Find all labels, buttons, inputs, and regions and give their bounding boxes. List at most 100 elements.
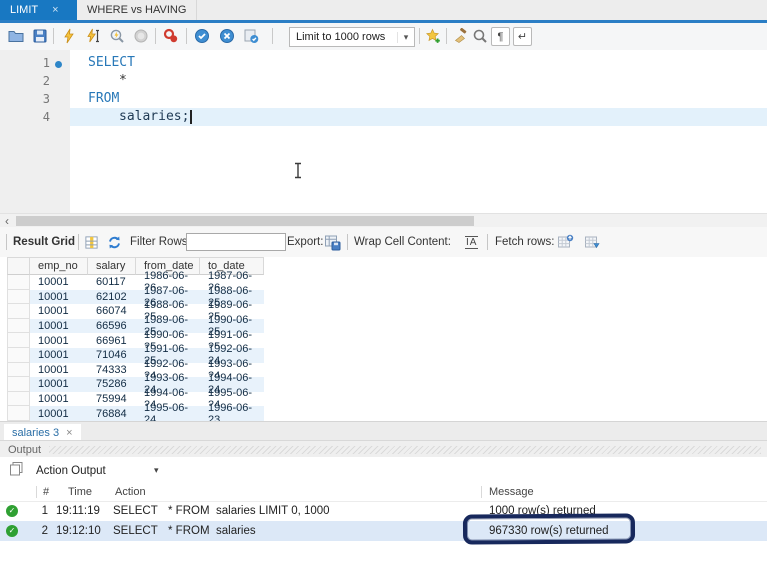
cell-salary[interactable]: 75994 bbox=[88, 392, 136, 407]
cell-emp-no[interactable]: 10001 bbox=[30, 304, 88, 319]
row-selector[interactable] bbox=[7, 304, 30, 319]
row-selector[interactable] bbox=[7, 392, 30, 407]
row-selector[interactable] bbox=[7, 377, 30, 392]
chevron-down-icon[interactable]: ▾ bbox=[154, 465, 159, 476]
table-row[interactable]: 10001 76884 1995-06-24 1996-06-23 bbox=[7, 406, 767, 421]
export-icon[interactable] bbox=[324, 227, 341, 257]
tab-where-vs-having[interactable]: WHERE vs HAVING bbox=[77, 0, 197, 20]
cell-salary[interactable]: 66596 bbox=[88, 319, 136, 334]
line-number: 2 bbox=[0, 74, 70, 88]
cell-salary[interactable]: 75286 bbox=[88, 377, 136, 392]
column-header[interactable]: salary bbox=[88, 257, 136, 275]
separator bbox=[487, 234, 488, 250]
output-row-index: 2 bbox=[18, 525, 48, 537]
save-snippet-icon[interactable] bbox=[424, 27, 442, 45]
cell-salary[interactable]: 76884 bbox=[88, 406, 136, 421]
filter-rows-input[interactable] bbox=[186, 233, 286, 251]
refresh-icon[interactable] bbox=[107, 227, 122, 257]
editor-hscrollbar[interactable]: ‹ bbox=[0, 213, 767, 228]
find-icon[interactable] bbox=[471, 27, 489, 45]
execute-icon[interactable] bbox=[60, 27, 78, 45]
cell-salary[interactable]: 62102 bbox=[88, 290, 136, 305]
cell-emp-no[interactable]: 10001 bbox=[30, 406, 88, 421]
cell-emp-no[interactable]: 10001 bbox=[30, 333, 88, 348]
success-check-icon: ✓ bbox=[6, 525, 18, 537]
row-selector[interactable] bbox=[7, 275, 30, 290]
result-grid-toolbar: Result Grid Filter Rows: Export: Wrap Ce… bbox=[0, 227, 767, 257]
export-label: Export: bbox=[287, 227, 323, 257]
editor-line: 1 SELECT bbox=[0, 54, 767, 72]
output-row-selected[interactable]: ✓ 2 19:12:10 SELECT * FROM salaries 9673… bbox=[0, 521, 767, 541]
line-number: 1 bbox=[0, 56, 70, 70]
table-row[interactable]: 10001 71046 1991-06-25 1992-06-24 bbox=[7, 348, 767, 363]
fetch-all-rows-icon[interactable] bbox=[584, 227, 601, 257]
limit-rows-dropdown[interactable]: Limit to 1000 rows ▾ bbox=[289, 27, 415, 47]
stop-on-error-icon[interactable] bbox=[162, 27, 180, 45]
fetch-more-rows-icon[interactable] bbox=[557, 227, 574, 257]
table-row[interactable]: 10001 66596 1989-06-25 1990-06-25 bbox=[7, 319, 767, 334]
row-selector[interactable] bbox=[7, 363, 30, 378]
cell-emp-no[interactable]: 10001 bbox=[30, 392, 88, 407]
cell-emp-no[interactable]: 10001 bbox=[30, 363, 88, 378]
line-number: 3 bbox=[0, 92, 70, 106]
row-selector-header[interactable] bbox=[7, 257, 30, 275]
commit-icon[interactable] bbox=[193, 27, 211, 45]
cell-salary[interactable]: 71046 bbox=[88, 348, 136, 363]
explain-icon[interactable] bbox=[108, 27, 126, 45]
table-row[interactable]: 10001 75286 1993-06-24 1994-06-24 bbox=[7, 377, 767, 392]
row-selector[interactable] bbox=[7, 406, 30, 421]
sql-editor[interactable]: 1 SELECT 2 * 3 FROM 4 salaries; bbox=[0, 50, 767, 213]
wrap-cell-content-icon[interactable]: IA bbox=[465, 227, 478, 257]
row-selector[interactable] bbox=[7, 348, 30, 363]
output-selector-row: Action Output ▾ bbox=[0, 457, 767, 484]
autocommit-icon[interactable] bbox=[242, 27, 260, 45]
tab-limit[interactable]: LIMIT × bbox=[0, 0, 77, 20]
save-script-icon[interactable] bbox=[31, 27, 49, 45]
scroll-left-arrow[interactable]: ‹ bbox=[0, 214, 14, 228]
table-row[interactable]: 10001 66074 1988-06-25 1989-06-25 bbox=[7, 304, 767, 319]
separator bbox=[6, 234, 7, 250]
result-tab-bar: salaries 3 × bbox=[0, 421, 767, 441]
output-row-time: 19:11:19 bbox=[56, 505, 106, 517]
table-row[interactable]: 10001 62102 1987-06-26 1988-06-25 bbox=[7, 290, 767, 305]
toolbar-separator bbox=[186, 28, 187, 44]
cell-salary[interactable]: 66961 bbox=[88, 333, 136, 348]
grid-columns-icon[interactable] bbox=[84, 227, 99, 257]
rollback-icon[interactable] bbox=[218, 27, 236, 45]
close-icon[interactable]: × bbox=[52, 4, 58, 16]
output-type-dropdown[interactable]: Action Output bbox=[36, 465, 154, 477]
invisible-characters-icon[interactable]: ¶ bbox=[491, 27, 510, 46]
cell-emp-no[interactable]: 10001 bbox=[30, 319, 88, 334]
beautify-icon[interactable] bbox=[451, 27, 469, 45]
cell-salary[interactable]: 60117 bbox=[88, 275, 136, 290]
editor-tab-bar: LIMIT × WHERE vs HAVING bbox=[0, 0, 767, 20]
column-header[interactable]: emp_no bbox=[30, 257, 88, 275]
cell-emp-no[interactable]: 10001 bbox=[30, 275, 88, 290]
tab-salaries-3[interactable]: salaries 3 × bbox=[4, 424, 81, 441]
line-number: 4 bbox=[0, 110, 70, 124]
output-panel-label: Output bbox=[0, 444, 41, 456]
cell-to-date[interactable]: 1996-06-23 bbox=[200, 406, 264, 421]
row-selector[interactable] bbox=[7, 333, 30, 348]
separator bbox=[78, 234, 79, 250]
cell-emp-no[interactable]: 10001 bbox=[30, 377, 88, 392]
close-icon[interactable]: × bbox=[66, 427, 72, 439]
row-selector[interactable] bbox=[7, 319, 30, 334]
table-row[interactable]: 10001 60117 1986-06-26 1987-06-26 bbox=[7, 275, 767, 290]
table-row[interactable]: 10001 66961 1990-06-25 1991-06-25 bbox=[7, 333, 767, 348]
table-row[interactable]: 10001 74333 1992-06-24 1993-06-24 bbox=[7, 363, 767, 378]
scrollbar-thumb[interactable] bbox=[16, 216, 474, 226]
cell-emp-no[interactable]: 10001 bbox=[30, 348, 88, 363]
wrap-text-icon[interactable]: ↵ bbox=[513, 27, 532, 46]
cell-from-date[interactable]: 1995-06-24 bbox=[136, 406, 200, 421]
execute-current-statement-icon[interactable] bbox=[84, 27, 102, 45]
cell-salary[interactable]: 66074 bbox=[88, 304, 136, 319]
cell-salary[interactable]: 74333 bbox=[88, 363, 136, 378]
cell-emp-no[interactable]: 10001 bbox=[30, 290, 88, 305]
output-row[interactable]: ✓ 1 19:11:19 SELECT * FROM salaries LIMI… bbox=[0, 501, 767, 521]
table-row[interactable]: 10001 75994 1994-06-24 1995-06-24 bbox=[7, 392, 767, 407]
column-header-index: # bbox=[36, 486, 49, 498]
open-script-icon[interactable] bbox=[7, 27, 25, 45]
row-selector[interactable] bbox=[7, 290, 30, 305]
output-panel-header: Output bbox=[0, 440, 767, 458]
